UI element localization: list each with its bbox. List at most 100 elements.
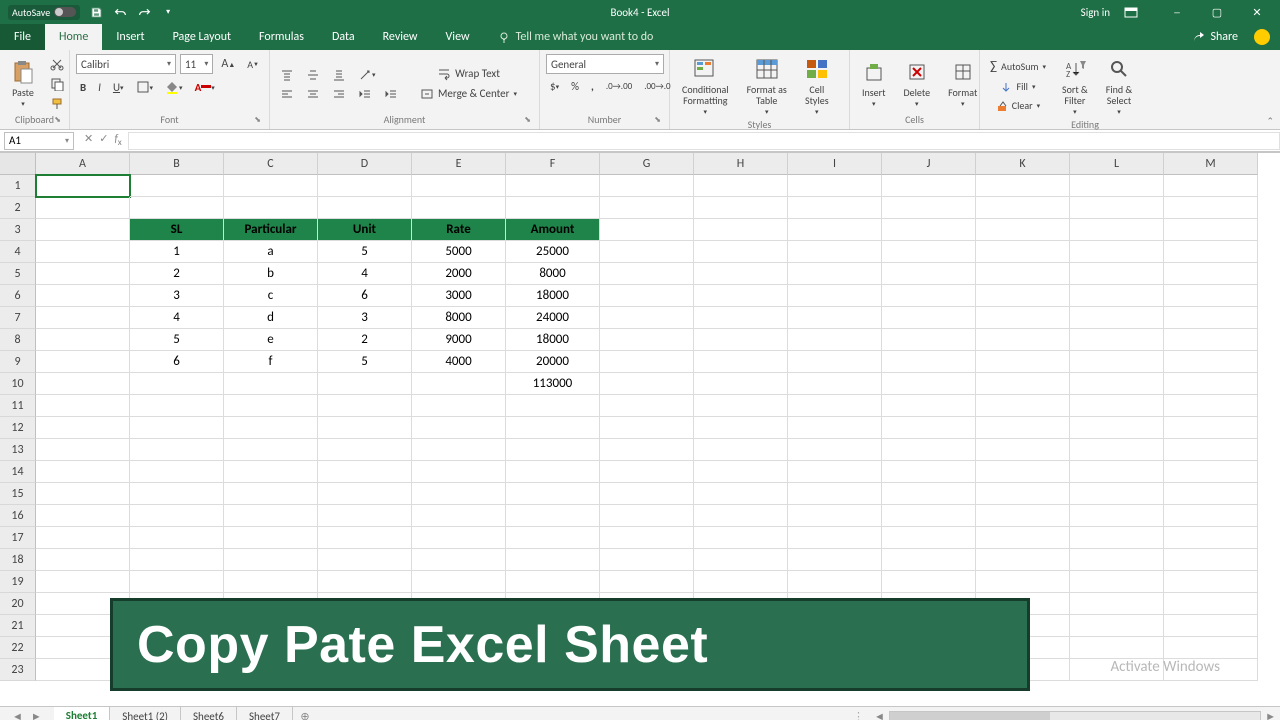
cell-A15[interactable] (36, 483, 130, 505)
row-header-18[interactable]: 18 (0, 549, 36, 571)
cell-H14[interactable] (694, 461, 788, 483)
cell-M20[interactable] (1164, 593, 1258, 615)
cell-B16[interactable] (130, 505, 224, 527)
cell-A19[interactable] (36, 571, 130, 593)
cell-D2[interactable] (318, 197, 412, 219)
ribbon-display-icon[interactable] (1124, 7, 1150, 18)
cell-B17[interactable] (130, 527, 224, 549)
cell-L14[interactable] (1070, 461, 1164, 483)
cell-styles-button[interactable]: Cell Styles▾ (799, 54, 835, 118)
cell-L2[interactable] (1070, 197, 1164, 219)
cell-H11[interactable] (694, 395, 788, 417)
comma-format-button[interactable]: , (587, 78, 598, 95)
cell-K8[interactable] (976, 329, 1070, 351)
cell-E6[interactable]: 3000 (412, 285, 506, 307)
cell-C3[interactable]: Particular (224, 219, 318, 241)
cell-I2[interactable] (788, 197, 882, 219)
feedback-icon[interactable] (1254, 29, 1270, 45)
cell-C1[interactable] (224, 175, 318, 197)
cell-L13[interactable] (1070, 439, 1164, 461)
cell-J12[interactable] (882, 417, 976, 439)
cell-H6[interactable] (694, 285, 788, 307)
sheet-nav-prev-icon[interactable]: ◄ (12, 710, 23, 720)
cell-H2[interactable] (694, 197, 788, 219)
cell-E5[interactable]: 2000 (412, 263, 506, 285)
column-header-K[interactable]: K (976, 153, 1070, 175)
cell-D10[interactable] (318, 373, 412, 395)
column-header-H[interactable]: H (694, 153, 788, 175)
cell-E3[interactable]: Rate (412, 219, 506, 241)
cell-C5[interactable]: b (224, 263, 318, 285)
alignment-launcher-icon[interactable]: ⬊ (524, 115, 531, 125)
merge-center-button[interactable]: Merge & Center ▾ (416, 85, 521, 103)
cell-I7[interactable] (788, 307, 882, 329)
signin-button[interactable]: Sign in (1081, 6, 1110, 19)
row-header-19[interactable]: 19 (0, 571, 36, 593)
cell-F12[interactable] (506, 417, 600, 439)
tab-formulas[interactable]: Formulas (245, 24, 318, 50)
new-sheet-button[interactable]: ⊕ (293, 710, 317, 720)
cell-K17[interactable] (976, 527, 1070, 549)
row-header-1[interactable]: 1 (0, 175, 36, 197)
cell-F4[interactable]: 25000 (506, 241, 600, 263)
cell-I11[interactable] (788, 395, 882, 417)
cell-G6[interactable] (600, 285, 694, 307)
clipboard-launcher-icon[interactable]: ⬊ (54, 115, 61, 125)
cell-K12[interactable] (976, 417, 1070, 439)
cell-B18[interactable] (130, 549, 224, 571)
enter-formula-icon[interactable]: ✓ (99, 132, 108, 148)
cell-D7[interactable]: 3 (318, 307, 412, 329)
cell-G10[interactable] (600, 373, 694, 395)
cell-M3[interactable] (1164, 219, 1258, 241)
conditional-formatting-button[interactable]: Conditional Formatting▾ (676, 54, 735, 118)
cell-D13[interactable] (318, 439, 412, 461)
cell-M21[interactable] (1164, 615, 1258, 637)
cell-E10[interactable] (412, 373, 506, 395)
undo-icon[interactable] (112, 4, 128, 20)
row-header-9[interactable]: 9 (0, 351, 36, 373)
cell-J2[interactable] (882, 197, 976, 219)
cell-A14[interactable] (36, 461, 130, 483)
cell-E12[interactable] (412, 417, 506, 439)
cell-M1[interactable] (1164, 175, 1258, 197)
sheet-tab-sheet1-2[interactable]: Sheet1 (2) (110, 707, 181, 720)
cell-J7[interactable] (882, 307, 976, 329)
row-header-15[interactable]: 15 (0, 483, 36, 505)
cell-L8[interactable] (1070, 329, 1164, 351)
align-center-button[interactable] (302, 86, 324, 102)
cell-B2[interactable] (130, 197, 224, 219)
cell-G8[interactable] (600, 329, 694, 351)
cell-D6[interactable]: 6 (318, 285, 412, 307)
cell-J5[interactable] (882, 263, 976, 285)
tab-view[interactable]: View (432, 24, 484, 50)
wrap-text-button[interactable]: Wrap Text (416, 65, 521, 83)
cell-G19[interactable] (600, 571, 694, 593)
cell-E14[interactable] (412, 461, 506, 483)
cell-K4[interactable] (976, 241, 1070, 263)
cell-J11[interactable] (882, 395, 976, 417)
orientation-button[interactable]: ▾ (354, 66, 380, 84)
decrease-font-button[interactable]: A▼ (243, 56, 263, 73)
cell-I16[interactable] (788, 505, 882, 527)
cell-H3[interactable] (694, 219, 788, 241)
cell-M6[interactable] (1164, 285, 1258, 307)
cell-F17[interactable] (506, 527, 600, 549)
cell-L5[interactable] (1070, 263, 1164, 285)
row-header-6[interactable]: 6 (0, 285, 36, 307)
cell-E16[interactable] (412, 505, 506, 527)
align-right-button[interactable] (328, 86, 350, 102)
percent-format-button[interactable]: % (567, 78, 583, 95)
cell-E8[interactable]: 9000 (412, 329, 506, 351)
select-all-corner[interactable] (0, 153, 36, 175)
cell-B15[interactable] (130, 483, 224, 505)
sheet-tab-sheet6[interactable]: Sheet6 (181, 707, 237, 720)
cell-I13[interactable] (788, 439, 882, 461)
cell-B6[interactable]: 3 (130, 285, 224, 307)
cell-G1[interactable] (600, 175, 694, 197)
cell-K1[interactable] (976, 175, 1070, 197)
cell-J18[interactable] (882, 549, 976, 571)
cell-K16[interactable] (976, 505, 1070, 527)
column-header-L[interactable]: L (1070, 153, 1164, 175)
cell-H9[interactable] (694, 351, 788, 373)
increase-font-button[interactable]: A▲ (217, 55, 239, 73)
